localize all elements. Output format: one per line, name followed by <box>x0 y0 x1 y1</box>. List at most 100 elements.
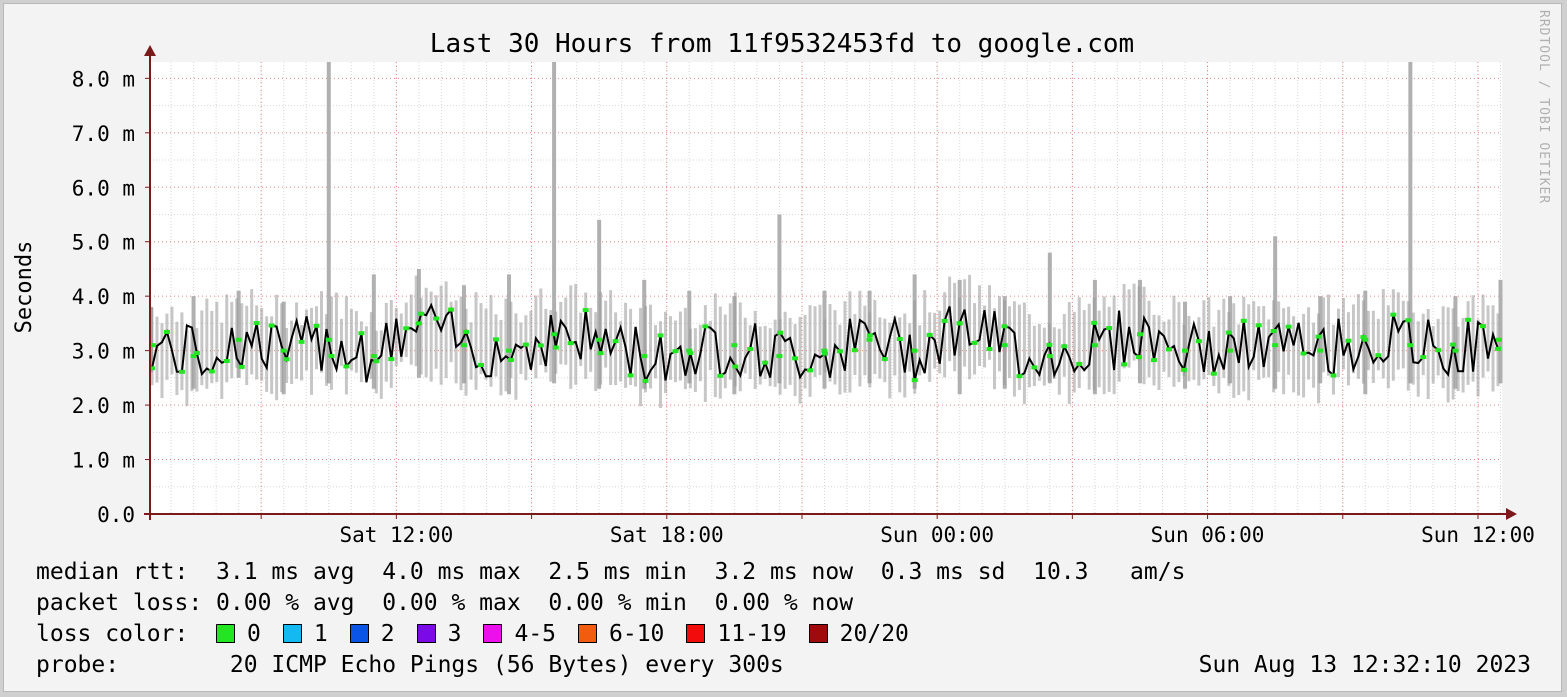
median-rtt-point <box>866 337 873 342</box>
median-rtt-point <box>507 357 514 362</box>
packet-loss-avg: 0.00 % avg <box>216 590 355 616</box>
median-rtt-point <box>1016 374 1023 379</box>
median-rtt-point <box>1180 367 1187 372</box>
median-rtt-point <box>881 357 888 362</box>
loss-color-item: 6-10 <box>578 619 664 649</box>
median-rtt-point <box>1435 348 1442 353</box>
loss-color-item: 4-5 <box>483 619 556 649</box>
median-rtt-point <box>1136 332 1143 337</box>
packet-loss-min: 0.00 % min <box>548 590 687 616</box>
median-rtt-point <box>731 343 738 348</box>
median-rtt-point <box>551 332 558 337</box>
median-rtt-point <box>1450 342 1457 347</box>
median-rtt-point <box>762 360 769 365</box>
y-tick-label: 8.0 m <box>72 67 135 91</box>
loss-color-item-label: 2 <box>380 621 395 647</box>
median-rtt-point <box>537 343 544 348</box>
median-rtt-point <box>313 323 320 328</box>
median-rtt-point <box>238 364 245 369</box>
median-rtt-point <box>1182 348 1189 353</box>
median-rtt-point <box>1255 323 1262 328</box>
median-rtt-point <box>1272 343 1279 348</box>
median-rtt-point <box>1300 351 1307 356</box>
median-rtt-point <box>1420 355 1427 360</box>
x-tick-label: Sat 18:00 <box>610 523 724 547</box>
median-rtt-point <box>1375 353 1382 358</box>
median-rtt-ams-unit: am/s <box>1130 559 1186 585</box>
median-rtt-point <box>403 326 410 331</box>
loss-color-swatch <box>349 624 369 643</box>
median-rtt-point <box>1046 342 1053 347</box>
loss-color-item-label: 6-10 <box>609 621 665 647</box>
median-rtt-point <box>1210 371 1217 376</box>
median-rtt-point <box>522 342 529 347</box>
packet-loss-now: 0.00 % now <box>714 590 854 616</box>
loss-color-swatch <box>808 624 828 643</box>
median-rtt-point <box>612 339 619 344</box>
median-rtt-point <box>253 321 260 326</box>
loss-color-item-label: 20/20 <box>839 621 909 647</box>
x-axis-arrow <box>1506 508 1517 520</box>
median-rtt-point <box>1390 312 1397 317</box>
median-rtt-point <box>1452 348 1459 353</box>
loss-color-item: 0 <box>216 619 261 649</box>
loss-color-label: loss color: <box>36 621 189 647</box>
median-rtt-point <box>642 378 649 383</box>
median-rtt-sd: 0.3 ms sd <box>880 559 1006 585</box>
median-rtt-point <box>1360 335 1367 340</box>
median-rtt-max: 4.0 ms max <box>382 559 521 585</box>
y-tick-label: 7.0 m <box>72 122 135 146</box>
loss-color-swatch <box>416 624 436 643</box>
median-rtt-point <box>1285 324 1292 329</box>
median-rtt-point <box>1317 348 1324 353</box>
median-rtt-point <box>235 337 242 342</box>
median-rtt-point <box>1480 324 1487 329</box>
loss-color-swatch <box>686 624 706 643</box>
loss-color-swatch <box>282 624 302 643</box>
median-rtt-point <box>463 329 470 334</box>
probe-text: 20 ICMP Echo Pings (56 Bytes) every 300s <box>229 652 784 678</box>
median-rtt-point <box>807 368 814 373</box>
median-rtt-point <box>702 324 709 329</box>
median-rtt-point <box>1270 329 1277 334</box>
median-rtt-point <box>836 349 843 354</box>
packet-loss-max: 0.00 % max <box>382 590 521 616</box>
median-rtt-point <box>1195 339 1202 344</box>
median-rtt-point <box>986 346 993 351</box>
median-rtt-point <box>178 369 185 374</box>
median-rtt-point <box>851 348 858 353</box>
median-rtt-min: 2.5 ms min <box>548 559 687 585</box>
plot-area <box>150 62 1502 514</box>
median-rtt-point <box>777 330 784 335</box>
median-rtt-point <box>866 333 873 338</box>
median-rtt-point <box>1465 317 1472 322</box>
packet-loss-label: packet loss: <box>36 590 203 616</box>
loss-color-swatch <box>483 624 503 643</box>
median-rtt-now: 3.2 ms now <box>714 559 854 585</box>
median-rtt-point <box>1495 346 1501 351</box>
loss-color-swatch <box>578 624 598 643</box>
loss-color-swatch <box>216 624 236 643</box>
median-rtt-point <box>792 356 799 361</box>
median-rtt-point <box>1330 373 1337 378</box>
median-rtt-point <box>956 321 963 326</box>
y-axis-arrow <box>144 45 156 56</box>
loss-color-item-label: 0 <box>247 621 261 647</box>
median-rtt-point <box>896 336 903 341</box>
median-rtt-point <box>1031 365 1038 370</box>
median-rtt-point <box>343 364 350 369</box>
median-rtt-point <box>911 378 918 383</box>
median-rtt-point <box>1225 330 1232 335</box>
median-rtt-point <box>776 354 783 359</box>
loss-color-item-label: 4-5 <box>514 621 557 647</box>
median-rtt-point <box>552 345 559 350</box>
median-rtt-point <box>448 307 455 312</box>
loss-color-item-label: 11-19 <box>717 621 787 647</box>
median-rtt-point <box>1121 362 1128 367</box>
median-rtt-point <box>1061 344 1068 349</box>
legend-packet-loss: packet loss: 0.00 % avg 0.00 % max 0.00 … <box>36 588 853 618</box>
median-rtt-point <box>822 351 828 356</box>
y-tick-label: 1.0 m <box>72 449 135 473</box>
median-rtt-point <box>358 331 365 336</box>
median-rtt-point <box>1001 343 1008 348</box>
